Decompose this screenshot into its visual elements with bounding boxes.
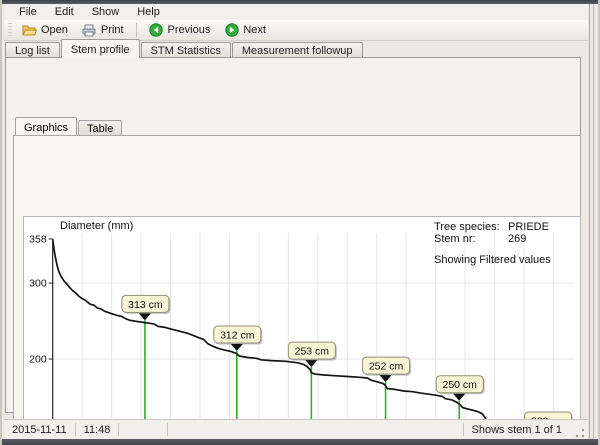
svg-text:300: 300 bbox=[29, 278, 47, 290]
status-stem-count: Shows stem 1 of 1 bbox=[464, 423, 571, 437]
print-button[interactable]: Print bbox=[75, 20, 131, 40]
y-axis-title: Diameter (mm) bbox=[60, 220, 133, 232]
menu-bar: File Edit Show Help bbox=[4, 4, 588, 20]
svg-text:253 cm: 253 cm bbox=[295, 346, 330, 358]
resize-grip-icon[interactable] bbox=[574, 427, 586, 439]
toolbar: Open Print Previous bbox=[4, 20, 588, 41]
chart-info-block: Tree species: PRIEDE Stem nr: 269 Showin… bbox=[434, 221, 580, 266]
tab-table[interactable]: Table bbox=[78, 120, 122, 135]
status-date: 2015-11-11 bbox=[4, 423, 75, 437]
printer-icon bbox=[82, 23, 97, 37]
chart-panel: Q5Q8Q6313 cm312 cm253 cm252 cm250 cm300 … bbox=[23, 216, 581, 445]
next-arrow-icon bbox=[224, 23, 239, 37]
stem-nr-label: Stem nr: bbox=[434, 233, 508, 245]
previous-arrow-icon bbox=[149, 23, 164, 37]
status-divider bbox=[167, 423, 168, 436]
tab-stm-statistics[interactable]: STM Statistics bbox=[141, 42, 231, 58]
print-label: Print bbox=[101, 24, 124, 36]
toolbar-grip[interactable] bbox=[8, 23, 12, 37]
stem-nr-value: 269 bbox=[508, 233, 526, 245]
tab-measurement-followup[interactable]: Measurement followup bbox=[232, 42, 363, 58]
main-tab-strip: Log list Stem profile STM Statistics Mea… bbox=[5, 41, 584, 58]
status-bar: 2015-11-11 11:48 Shows stem 1 of 1 bbox=[4, 419, 588, 439]
next-button[interactable]: Next bbox=[217, 20, 273, 40]
open-label: Open bbox=[41, 24, 68, 36]
cut-annotation: 313 cm bbox=[122, 295, 171, 320]
svg-text:358: 358 bbox=[29, 234, 47, 246]
svg-text:250 cm: 250 cm bbox=[442, 379, 477, 391]
svg-text:313 cm: 313 cm bbox=[128, 299, 163, 311]
menu-show[interactable]: Show bbox=[83, 5, 129, 19]
menu-file[interactable]: File bbox=[10, 5, 46, 19]
sub-tab-strip: Graphics Table bbox=[15, 119, 123, 135]
menu-help[interactable]: Help bbox=[128, 5, 169, 19]
open-button[interactable]: Open bbox=[15, 20, 75, 40]
menu-edit[interactable]: Edit bbox=[46, 5, 83, 19]
status-empty-cell bbox=[119, 423, 167, 437]
app-window: File Edit Show Help Open Print bbox=[0, 0, 600, 445]
status-time: 11:48 bbox=[76, 423, 119, 437]
stem-profile-page: Graphics Table Q5Q8Q6313 cm312 cm253 cm2… bbox=[5, 57, 581, 413]
tab-graphics[interactable]: Graphics bbox=[15, 117, 77, 135]
tab-log-list[interactable]: Log list bbox=[5, 42, 60, 58]
cut-annotation: 312 cm bbox=[214, 326, 263, 351]
window-right-edge bbox=[589, 4, 598, 439]
svg-text:312 cm: 312 cm bbox=[220, 330, 255, 342]
window-bottom-edge bbox=[2, 439, 598, 445]
svg-text:252 cm: 252 cm bbox=[369, 361, 404, 373]
tree-species-value: PRIEDE bbox=[508, 221, 549, 233]
filter-note: Showing Filtered values bbox=[434, 254, 580, 266]
open-folder-icon bbox=[22, 23, 37, 37]
tree-species-label: Tree species: bbox=[434, 221, 508, 233]
tab-stem-profile[interactable]: Stem profile bbox=[61, 39, 140, 58]
previous-label: Previous bbox=[168, 24, 211, 36]
cut-annotation: 252 cm bbox=[363, 357, 412, 382]
next-label: Next bbox=[243, 24, 266, 36]
previous-button[interactable]: Previous bbox=[142, 20, 218, 40]
svg-text:200: 200 bbox=[29, 354, 47, 366]
toolbar-separator bbox=[136, 23, 137, 37]
graphics-page: Q5Q8Q6313 cm312 cm253 cm252 cm250 cm300 … bbox=[13, 135, 581, 445]
